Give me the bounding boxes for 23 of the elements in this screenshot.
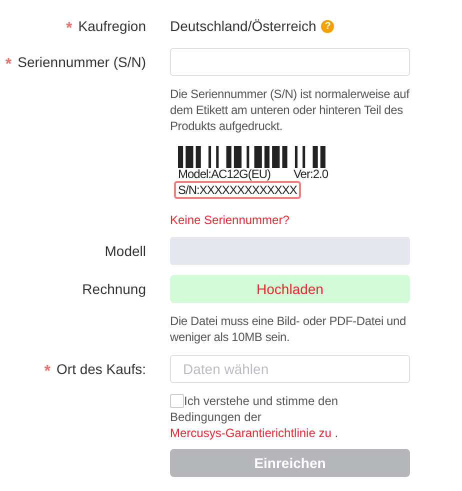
version-label: Ver:2.0 — [293, 168, 328, 181]
warranty-link[interactable]: Mercusys-Garantierichtlinie zu — [170, 426, 332, 440]
consent-text: Ich verstehe und stimme den Bedingungen der Mercusys-Garantierichtlinie zu . — [170, 393, 340, 441]
serial-number-label: S/N:XXXXXXXXXXXXX — [174, 181, 301, 199]
input-field[interactable] — [170, 48, 410, 76]
consent-checkbox[interactable] — [170, 394, 184, 408]
field-label: Rechnung — [82, 281, 146, 297]
help-text: Die Datei muss eine Bild- oder PDF-Datei und weniger als 10MB sein. — [170, 313, 407, 345]
barcode-icon — [178, 146, 328, 168]
field-label: Seriennummer (S/N) — [18, 54, 146, 70]
field-label: Modell — [104, 243, 146, 259]
model-label: Model:AC12G(EU) — [178, 168, 271, 181]
field-value: Deutschland/Österreich — [170, 18, 316, 34]
required-mark: * — [66, 20, 72, 36]
field-label: Ort des Kaufs: — [56, 361, 146, 377]
input-field[interactable]: Daten wählen — [170, 355, 410, 383]
required-mark: * — [44, 364, 51, 380]
help-icon[interactable]: ? — [321, 20, 334, 32]
required-mark: * — [5, 56, 12, 72]
no-serial-link[interactable]: Keine Seriennummer? — [170, 213, 290, 227]
field-label: Kaufregion — [78, 18, 146, 34]
help-text: Die Seriennummer (S/N) ist normalerweise auf dem Etikett am unteren oder hinteren Teil des Produkts aufgedruckt. — [170, 86, 410, 134]
upload-button[interactable]: Hochladen — [170, 275, 410, 303]
